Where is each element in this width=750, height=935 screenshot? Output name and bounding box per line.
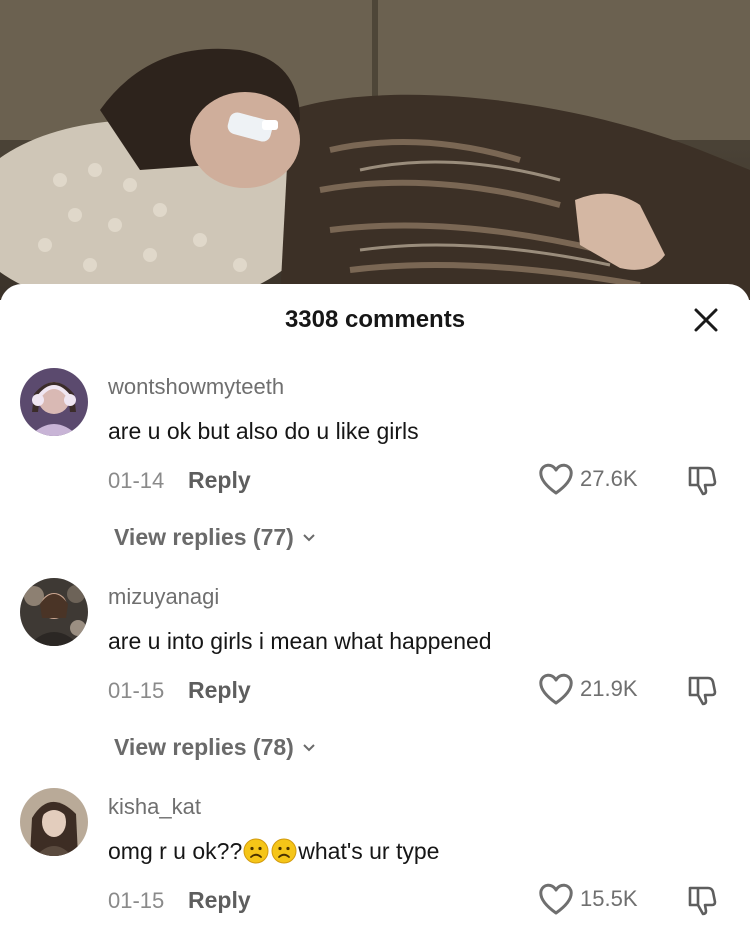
view-replies-button[interactable]: View replies (77) xyxy=(114,524,316,551)
video-background xyxy=(0,0,750,300)
reply-button[interactable]: Reply xyxy=(188,887,251,914)
close-button[interactable] xyxy=(688,302,724,338)
like-count: 21.9K xyxy=(580,676,638,701)
like-count: 27.6K xyxy=(580,466,638,491)
comment-text: are u ok but also do u like girls xyxy=(108,418,419,444)
heart-icon xyxy=(539,883,573,915)
avatar[interactable] xyxy=(20,368,88,436)
frowning-face-emoji-icon xyxy=(271,838,297,864)
frowning-face-emoji-icon xyxy=(243,838,269,864)
view-replies-label: View replies (77) xyxy=(114,524,294,550)
comments-panel: 3308 comments wontshowmyteeth are u ok b… xyxy=(0,284,750,935)
comment-text-part: what's ur type xyxy=(298,838,440,864)
comment-text-part: omg r u ok?? xyxy=(108,838,243,864)
dislike-button[interactable] xyxy=(686,464,718,496)
like-button[interactable]: 27.6K xyxy=(538,462,638,496)
thumbs-down-icon xyxy=(688,886,717,916)
comments-count-title: 3308 comments xyxy=(284,306,466,333)
thumbs-down-icon xyxy=(688,676,717,706)
comment-date: 01-15 xyxy=(108,888,165,913)
comment-date: 01-14 xyxy=(108,468,165,493)
comment-username[interactable]: wontshowmyteeth xyxy=(108,374,284,400)
like-button[interactable]: 21.9K xyxy=(538,672,638,706)
chevron-down-icon xyxy=(303,743,315,751)
view-replies-label: View replies (78) xyxy=(114,734,294,760)
close-icon xyxy=(694,308,718,332)
heart-icon xyxy=(539,463,573,495)
dislike-button[interactable] xyxy=(686,884,718,916)
comment-text: omg r u ok?? what's ur type xyxy=(108,838,439,865)
like-count: 15.5K xyxy=(580,886,638,911)
chevron-down-icon xyxy=(303,533,315,541)
heart-icon xyxy=(539,673,573,705)
comment-date: 01-15 xyxy=(108,678,165,703)
like-button[interactable]: 15.5K xyxy=(538,882,638,916)
comment-text: are u into girls i mean what happened xyxy=(108,628,492,654)
avatar[interactable] xyxy=(20,578,88,646)
view-replies-button[interactable]: View replies (78) xyxy=(114,734,316,761)
avatar[interactable] xyxy=(20,788,88,856)
reply-button[interactable]: Reply xyxy=(188,467,251,494)
reply-button[interactable]: Reply xyxy=(188,677,251,704)
comment-username[interactable]: mizuyanagi xyxy=(108,584,219,610)
comment-username[interactable]: kisha_kat xyxy=(108,794,201,820)
thumbs-down-icon xyxy=(688,466,717,496)
dislike-button[interactable] xyxy=(686,674,718,706)
